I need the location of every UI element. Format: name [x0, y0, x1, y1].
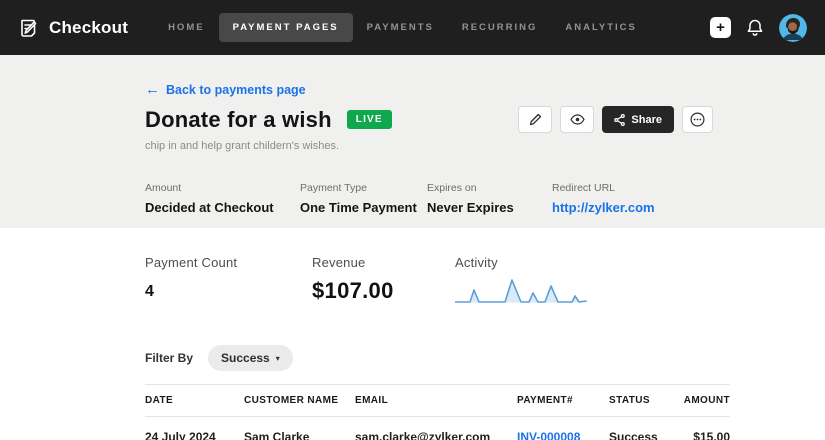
cell-email: sam.clarke@zylker.com: [355, 417, 517, 440]
cell-payment-no-link[interactable]: INV-000008: [517, 417, 609, 440]
back-to-payments-link[interactable]: ← Back to payments page: [145, 82, 730, 97]
page-actions: Share: [518, 106, 713, 133]
column-header-payment-no: PAYMENT#: [517, 385, 609, 417]
status-badge: LIVE: [347, 110, 392, 129]
cell-date: 24 July 2024: [145, 417, 244, 440]
page-subtitle: chip in and help grant childern's wishes…: [145, 140, 730, 152]
edit-pencil-icon: [529, 113, 542, 126]
column-header-date: DATE: [145, 385, 244, 417]
status-filter-dropdown[interactable]: Success ▾: [208, 345, 293, 371]
expires-on-value: Never Expires: [427, 200, 552, 215]
notifications-bell-icon[interactable]: [746, 18, 764, 37]
nav-right: +: [710, 14, 807, 42]
avatar[interactable]: [779, 14, 807, 42]
payment-type-value: One Time Payment: [300, 200, 427, 215]
activity-sparkline: [455, 276, 587, 306]
share-button[interactable]: Share: [602, 106, 674, 133]
nav-item-recurring[interactable]: RECURRING: [448, 13, 552, 42]
checkout-logo-icon: [18, 17, 40, 39]
chevron-down-icon: ▾: [276, 354, 280, 363]
add-button[interactable]: +: [710, 17, 731, 38]
payment-type-label: Payment Type: [300, 182, 427, 194]
nav-item-home[interactable]: HOME: [154, 13, 219, 42]
share-button-label: Share: [631, 114, 662, 126]
edit-button[interactable]: [518, 106, 552, 133]
more-options-button[interactable]: [682, 106, 713, 133]
payment-page-details: Amount Decided at Checkout Payment Type …: [145, 182, 730, 215]
nav-menu: HOME PAYMENT PAGES PAYMENTS RECURRING AN…: [154, 13, 651, 42]
preview-eye-icon: [570, 114, 585, 125]
redirect-url-link[interactable]: http://zylker.com: [552, 200, 655, 215]
column-header-status: STATUS: [609, 385, 683, 417]
more-options-icon: [690, 112, 705, 127]
column-header-customer-name: CUSTOMER NAME: [244, 385, 355, 417]
filter-by-label: Filter By: [145, 351, 193, 365]
page-title: Donate for a wish: [145, 107, 332, 133]
revenue-label: Revenue: [312, 255, 455, 270]
payment-count-value: 4: [145, 283, 312, 301]
column-header-amount: AMOUNT: [683, 385, 730, 417]
redirect-url-label: Redirect URL: [552, 182, 655, 194]
amount-value: Decided at Checkout: [145, 200, 300, 215]
brand[interactable]: Checkout: [18, 17, 128, 39]
cell-status: Success: [609, 417, 683, 440]
add-icon: +: [716, 20, 725, 35]
top-nav: Checkout HOME PAYMENT PAGES PAYMENTS REC…: [0, 0, 825, 55]
table-row: 24 July 2024 Sam Clarke sam.clarke@zylke…: [145, 417, 730, 440]
cell-customer-name: Sam Clarke: [244, 417, 355, 440]
brand-name: Checkout: [49, 18, 128, 38]
nav-item-analytics[interactable]: ANALYTICS: [551, 13, 651, 42]
status-filter-value: Success: [221, 351, 270, 365]
table-header-row: DATE CUSTOMER NAME EMAIL PAYMENT# STATUS…: [145, 385, 730, 417]
stats-row: Payment Count 4 Revenue $107.00 Activity: [145, 255, 825, 306]
payments-table: DATE CUSTOMER NAME EMAIL PAYMENT# STATUS…: [145, 384, 730, 440]
expires-on-label: Expires on: [427, 182, 552, 194]
back-arrow-icon: ←: [145, 82, 160, 97]
main-section: Payment Count 4 Revenue $107.00 Activity…: [0, 228, 825, 440]
share-icon: [614, 114, 625, 126]
page-header-section: ← Back to payments page Donate for a wis…: [0, 55, 825, 228]
payment-count-label: Payment Count: [145, 255, 312, 270]
filter-row: Filter By Success ▾: [145, 345, 825, 371]
revenue-value: $107.00: [312, 278, 455, 304]
column-header-email: EMAIL: [355, 385, 517, 417]
activity-label: Activity: [455, 255, 587, 270]
nav-item-payment-pages[interactable]: PAYMENT PAGES: [219, 13, 353, 42]
cell-amount: $15.00: [683, 417, 730, 440]
amount-label: Amount: [145, 182, 300, 194]
back-link-label: Back to payments page: [166, 83, 306, 97]
preview-button[interactable]: [560, 106, 594, 133]
nav-item-payments[interactable]: PAYMENTS: [353, 13, 448, 42]
